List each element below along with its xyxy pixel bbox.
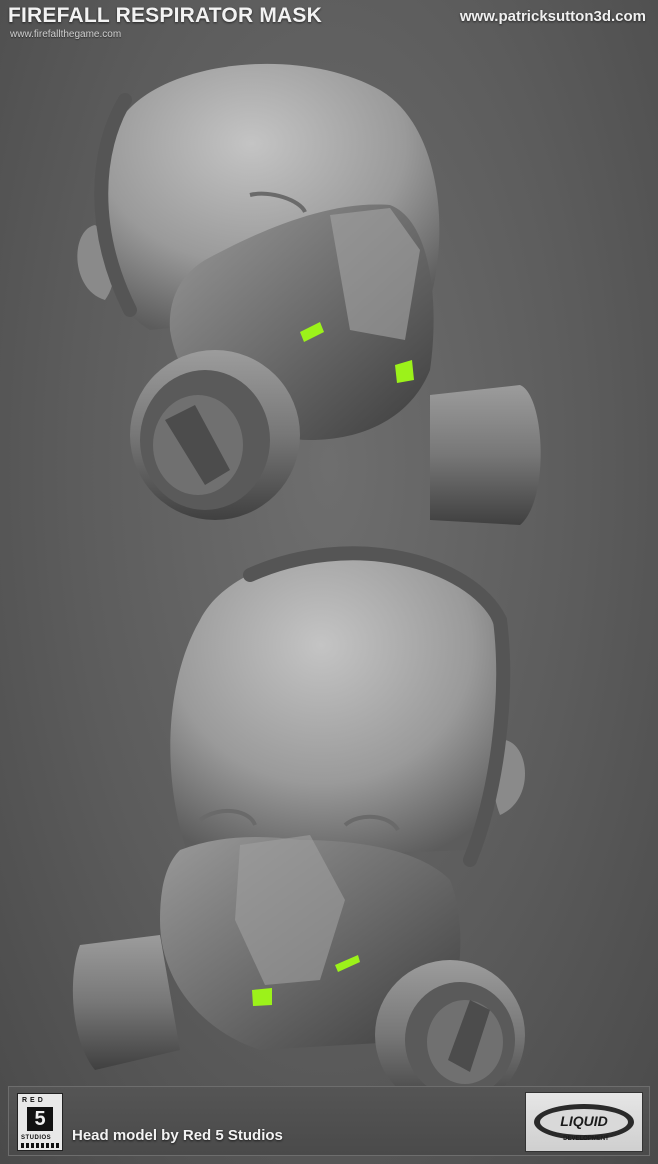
head-bottom-view bbox=[72, 546, 525, 1110]
head-top-view bbox=[77, 63, 541, 525]
red5-logo-bottom-text: STUDIOS bbox=[21, 1135, 52, 1141]
liquid-logo-sub-text: DEVELOPMENT bbox=[563, 1136, 609, 1142]
render-illustration bbox=[72, 63, 541, 1110]
mask-top-right-canister bbox=[430, 385, 541, 525]
red5-logo-top-text: RED bbox=[22, 1097, 46, 1104]
liquid-development-logo: LIQUID DEVELOPMENT bbox=[525, 1092, 643, 1152]
red5-logo-number: 5 bbox=[27, 1107, 53, 1131]
mask-bottom-green-light bbox=[252, 988, 272, 1006]
liquid-logo-main-text: LIQUID bbox=[560, 1113, 607, 1129]
footer-bar: RED 5 STUDIOS Head model by Red 5 Studio… bbox=[8, 1086, 650, 1156]
head-bottom-skull bbox=[170, 553, 506, 860]
liquid-logo-graphic: LIQUID DEVELOPMENT bbox=[534, 1104, 634, 1142]
mask-bottom-left-canister bbox=[72, 935, 180, 1070]
red5-logo: RED 5 STUDIOS bbox=[17, 1093, 63, 1151]
red5-logo-bars bbox=[21, 1143, 59, 1148]
credit-text: Head model by Red 5 Studios bbox=[72, 1127, 283, 1144]
